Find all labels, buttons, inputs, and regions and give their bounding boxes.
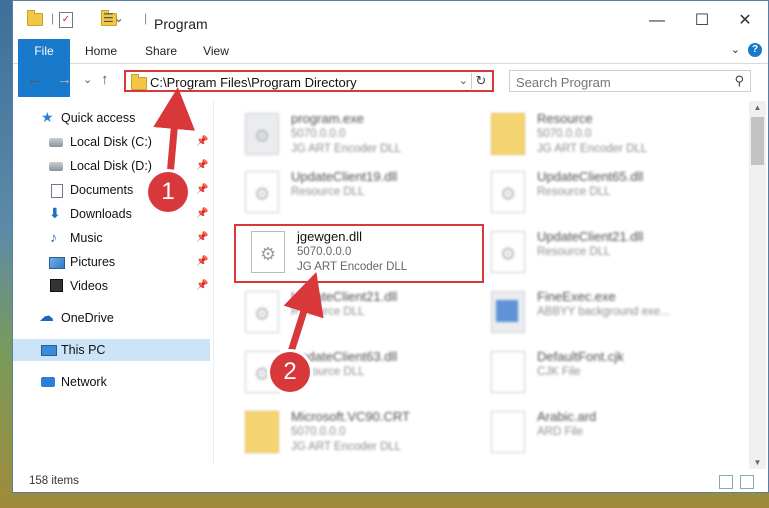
step-1-badge: 1 <box>148 172 188 212</box>
arrow-step-2 <box>283 271 324 357</box>
annotation-arrows <box>153 87 324 361</box>
step-2-badge: 2 <box>270 352 310 392</box>
